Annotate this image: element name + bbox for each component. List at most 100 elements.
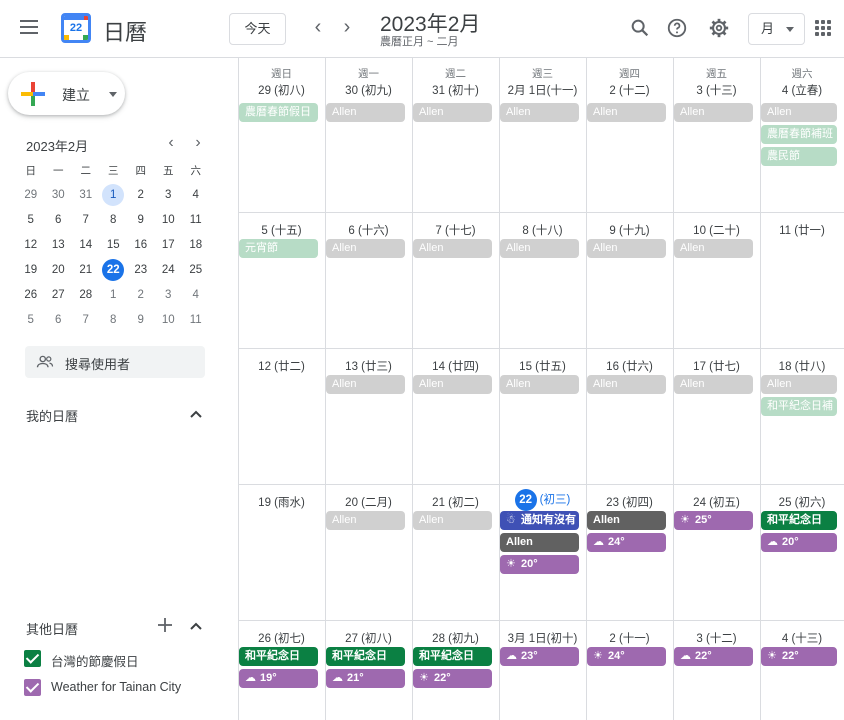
day-cell[interactable]: 18 (廿八) Allen 和平紀念日補	[760, 348, 844, 484]
day-number[interactable]: 2月 1日(十一)	[499, 82, 586, 98]
mini-day[interactable]: 1	[100, 284, 128, 306]
day-cell[interactable]: 20 (二月) Allen	[325, 484, 412, 620]
day-cell[interactable]: 週四 2 (十二) Allen	[586, 58, 673, 212]
holiday-event-chip[interactable]: 農曆春節假日	[239, 103, 318, 122]
day-cell[interactable]: 27 (初八) 和平紀念日 ☁ 21°	[325, 620, 412, 720]
event-chip[interactable]: Allen	[326, 511, 405, 530]
day-number[interactable]: 12 (廿二)	[238, 358, 325, 374]
search-people-field[interactable]: 搜尋使用者	[25, 346, 205, 378]
event-chip[interactable]: Allen	[500, 375, 579, 394]
day-cell[interactable]: 11 (廿一)	[760, 212, 844, 348]
weather-chip[interactable]: ☁ 24°	[587, 533, 666, 552]
mini-day[interactable]: 13	[45, 234, 73, 256]
day-cell[interactable]: 10 (二十) Allen	[673, 212, 760, 348]
weather-chip[interactable]: ☀ 24°	[587, 647, 666, 666]
mini-day[interactable]: 15	[100, 234, 128, 256]
mini-day[interactable]: 4	[182, 184, 210, 206]
my-calendars-title[interactable]: 我的日曆	[26, 406, 78, 425]
day-cell[interactable]: 25 (初六) 和平紀念日 ☁ 20°	[760, 484, 844, 620]
checkbox-checked-icon[interactable]	[24, 679, 41, 696]
holiday-event-chip[interactable]: 和平紀念日	[413, 647, 492, 666]
day-number[interactable]: 16 (廿六)	[586, 358, 673, 374]
mini-day[interactable]: 30	[45, 184, 73, 206]
event-chip[interactable]: Allen	[500, 239, 579, 258]
mini-day[interactable]: 19	[17, 259, 45, 281]
mini-day[interactable]: 5	[17, 309, 45, 331]
mini-day[interactable]: 7	[72, 209, 100, 231]
mini-day[interactable]: 16	[127, 234, 155, 256]
day-cell[interactable]: 21 (初二) Allen	[412, 484, 499, 620]
day-cell[interactable]: 4 (十三) ☀ 22°	[760, 620, 844, 720]
day-number[interactable]: 5 (十五)	[238, 222, 325, 238]
today-button[interactable]: 今天	[229, 13, 286, 45]
mini-day[interactable]: 9	[127, 309, 155, 331]
holiday-event-chip[interactable]: 和平紀念日	[761, 511, 837, 530]
mini-day[interactable]: 17	[155, 234, 183, 256]
day-number[interactable]: 15 (廿五)	[499, 358, 586, 374]
main-menu-icon[interactable]	[20, 20, 44, 38]
mini-day[interactable]: 23	[127, 259, 155, 281]
day-number[interactable]: 24 (初五)	[673, 494, 760, 510]
day-number[interactable]: 20 (二月)	[325, 494, 412, 510]
search-icon[interactable]	[629, 17, 651, 39]
day-cell[interactable]: 5 (十五) 元宵節	[238, 212, 325, 348]
mini-day[interactable]: 2	[127, 284, 155, 306]
weather-chip[interactable]: ☀ 22°	[761, 647, 837, 666]
mini-day[interactable]: 27	[45, 284, 73, 306]
day-cell[interactable]: 3 (十二) ☁ 22°	[673, 620, 760, 720]
day-cell[interactable]: 週一 30 (初九) Allen	[325, 58, 412, 212]
day-number[interactable]: 2 (十一)	[586, 630, 673, 646]
day-number[interactable]: 11 (廿一)	[760, 222, 844, 238]
weather-chip[interactable]: ☁ 22°	[674, 647, 753, 666]
previous-month-button[interactable]: ‹	[306, 16, 330, 40]
day-number[interactable]: 21 (初二)	[412, 494, 499, 510]
mini-day[interactable]: 28	[72, 284, 100, 306]
day-cell[interactable]: 9 (十九) Allen	[586, 212, 673, 348]
day-number[interactable]: 28 (初九)	[412, 630, 499, 646]
day-number[interactable]: 14 (廿四)	[412, 358, 499, 374]
mini-day[interactable]: 7	[72, 309, 100, 331]
calendar-logo-icon[interactable]: 22	[61, 13, 91, 43]
day-number[interactable]: 23 (初四)	[586, 494, 673, 510]
mini-day[interactable]: 25	[182, 259, 210, 281]
mini-day[interactable]: 21	[72, 259, 100, 281]
event-chip[interactable]: Allen	[587, 511, 666, 530]
day-cell[interactable]: 6 (十六) Allen	[325, 212, 412, 348]
holiday-event-chip[interactable]: 農民節	[761, 147, 837, 166]
mini-day[interactable]: 31	[72, 184, 100, 206]
day-number[interactable]: 3 (十二)	[673, 630, 760, 646]
next-month-button[interactable]: ›	[335, 16, 359, 40]
day-number[interactable]: 8 (十八)	[499, 222, 586, 238]
view-switcher-button[interactable]: 月	[748, 13, 805, 45]
day-number[interactable]: 26 (初七)	[238, 630, 325, 646]
day-number[interactable]: 3 (十三)	[673, 82, 760, 98]
add-calendar-icon[interactable]	[157, 617, 173, 633]
day-number[interactable]: 3月 1日(初十)	[499, 630, 586, 646]
holiday-event-chip[interactable]: 元宵節	[239, 239, 318, 258]
weather-chip[interactable]: ☁ 23°	[500, 647, 579, 666]
mini-day[interactable]: 10	[155, 309, 183, 331]
weather-chip[interactable]: ☀ 20°	[500, 555, 579, 574]
mini-day[interactable]: 29	[17, 184, 45, 206]
day-cell[interactable]: 週六 4 (立春) Allen 農曆春節補班 農民節	[760, 58, 844, 212]
day-cell[interactable]: 週三 2月 1日(十一) Allen	[499, 58, 586, 212]
day-number[interactable]: 10 (二十)	[673, 222, 760, 238]
mini-day[interactable]: 20	[45, 259, 73, 281]
day-cell[interactable]: 14 (廿四) Allen	[412, 348, 499, 484]
day-cell[interactable]: 2 (十一) ☀ 24°	[586, 620, 673, 720]
day-cell[interactable]: 19 (雨水)	[238, 484, 325, 620]
create-button[interactable]: 建立	[8, 72, 125, 115]
weather-chip[interactable]: ☁ 21°	[326, 669, 405, 688]
day-cell[interactable]: 26 (初七) 和平紀念日 ☁ 19°	[238, 620, 325, 720]
holiday-event-chip[interactable]: 農曆春節補班	[761, 125, 837, 144]
mini-day[interactable]: 8	[100, 309, 128, 331]
today-date-badge[interactable]: 22	[514, 489, 537, 511]
event-chip[interactable]: Allen	[761, 375, 837, 394]
day-cell[interactable]: 23 (初四) Allen ☁ 24°	[586, 484, 673, 620]
event-chip[interactable]: Allen	[674, 239, 753, 258]
day-number[interactable]: 30 (初九)	[325, 82, 412, 98]
mini-day[interactable]: 10	[155, 209, 183, 231]
mini-day[interactable]: 2	[127, 184, 155, 206]
day-number[interactable]: 7 (十七)	[412, 222, 499, 238]
day-cell[interactable]: 15 (廿五) Allen	[499, 348, 586, 484]
